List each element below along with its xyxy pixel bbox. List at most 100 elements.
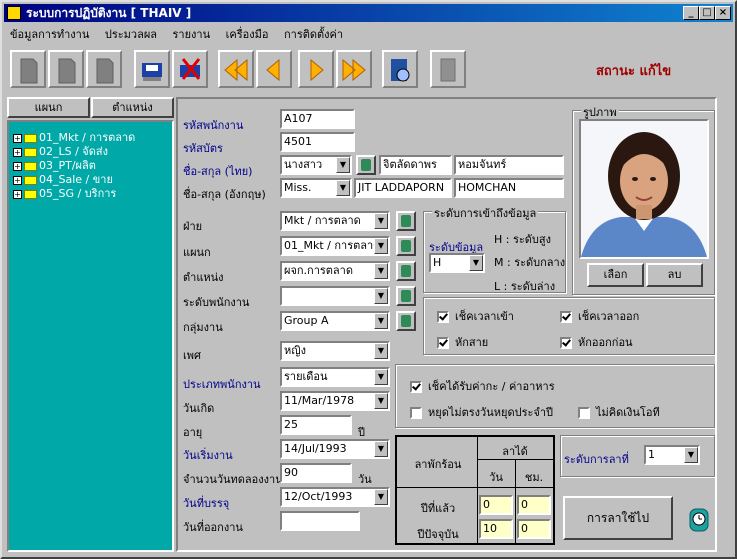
delete-photo-button[interactable]: ลบ [646, 263, 703, 287]
checkbox-box[interactable] [578, 407, 590, 419]
delete-icon [180, 58, 201, 80]
this-year-hour-field[interactable]: 0 [517, 519, 551, 539]
next-record-button[interactable] [298, 50, 334, 88]
exit-button[interactable] [430, 50, 466, 88]
menu-tools[interactable]: เครื่องมือ [220, 23, 275, 45]
menu-settings[interactable]: การติดตั้งค่า [278, 23, 349, 45]
age-field[interactable]: 25 [280, 415, 352, 435]
gender-select[interactable]: หญิง ▼ [280, 341, 390, 361]
level-select[interactable]: ▼ [280, 286, 390, 306]
tab-department[interactable]: แผนก [7, 97, 90, 118]
lookup-division-button[interactable] [396, 211, 416, 231]
double-arrow-right-icon [342, 58, 366, 82]
clock-icon[interactable] [685, 505, 713, 535]
check-in-checkbox[interactable]: เช็คเวลาเข้า [437, 307, 514, 325]
emp-type-select[interactable]: รายเดือน ▼ [280, 367, 390, 387]
division-label: ฝ่าย [183, 220, 203, 233]
chevron-down-icon[interactable]: ▼ [684, 447, 698, 463]
prev-record-button[interactable] [256, 50, 292, 88]
checkbox-box[interactable] [437, 337, 449, 349]
first-record-button[interactable] [218, 50, 254, 88]
age-label: อายุ [183, 426, 203, 439]
access-level-select[interactable]: H ▼ [429, 253, 485, 273]
search-button[interactable] [382, 50, 418, 88]
first-name-en-field[interactable]: JIT LADDAPORN [354, 178, 452, 198]
tree-item[interactable]: +01_Mkt / การตลาด [13, 128, 135, 144]
title-th-select[interactable]: นางสาว ▼ [280, 155, 352, 175]
lookup-department-button[interactable] [396, 236, 416, 256]
workgroup-select[interactable]: Group A ▼ [280, 311, 390, 331]
last-year-hour-field[interactable]: 0 [517, 495, 551, 515]
chevron-down-icon[interactable]: ▼ [374, 343, 388, 359]
minimize-icon[interactable]: _ [683, 6, 699, 20]
tree-item[interactable]: +02_LS / จัดส่ง [13, 142, 108, 158]
birthdate-picker[interactable]: 11/Mar/1978 ▼ [280, 391, 390, 411]
leave-used-button[interactable]: การลาใช้ไป [563, 496, 673, 540]
select-photo-button[interactable]: เลือก [587, 263, 644, 287]
vacation-leave-table: ลาพักร้อน ลาได้ วัน ชม. ปีที่แล้ว 0 0 ปี… [395, 435, 555, 545]
leave-date-field[interactable] [280, 511, 360, 531]
no-ot-checkbox[interactable]: ไม่คิดเงินโอที [578, 403, 660, 421]
chevron-down-icon[interactable]: ▼ [374, 393, 388, 409]
tree-item[interactable]: +03_PT/ผลิต [13, 156, 96, 172]
menu-data[interactable]: ข้อมูลการทำงาน [4, 23, 95, 45]
edit-record-button[interactable] [86, 50, 122, 88]
menu-report[interactable]: รายงาน [167, 23, 217, 45]
lookup-level-button[interactable] [396, 286, 416, 306]
lookup-workgroup-button[interactable] [396, 311, 416, 331]
division-select[interactable]: Mkt / การตลาด ▼ [280, 211, 390, 231]
check-out-checkbox[interactable]: เช็คเวลาออก [560, 307, 639, 325]
last-name-en-field[interactable]: HOMCHAN [454, 178, 564, 198]
last-year-day-field[interactable]: 0 [479, 495, 513, 515]
position-select[interactable]: ผจก.การตลาด ▼ [280, 261, 390, 281]
lookup-icon [401, 240, 411, 252]
tree-item[interactable]: +05_SG / บริการ [13, 184, 116, 200]
menu-process[interactable]: ประมวลผล [99, 23, 163, 45]
first-name-th-field[interactable]: จิตลัดดาพร [379, 155, 452, 175]
emp-id-field[interactable]: A107 [280, 109, 355, 129]
lookup-title-th-button[interactable] [356, 155, 376, 175]
new-record-button[interactable] [10, 50, 46, 88]
last-record-button[interactable] [336, 50, 372, 88]
checkbox-box[interactable] [410, 407, 422, 419]
shift-allowance-checkbox[interactable]: เช็คได้รับค่ากะ / ค่าอาหาร [410, 377, 555, 395]
department-select[interactable]: 01_Mkt / การตลาด ▼ [280, 236, 390, 256]
leave-level-select[interactable]: 1 ▼ [644, 445, 700, 465]
checkbox-box[interactable] [560, 311, 572, 323]
chevron-down-icon[interactable]: ▼ [374, 263, 388, 279]
save-button[interactable] [134, 50, 170, 88]
deduct-early-checkbox[interactable]: หักออกก่อน [560, 333, 633, 351]
start-date-picker[interactable]: 14/Jul/1993 ▼ [280, 439, 390, 459]
expand-icon[interactable]: + [13, 189, 22, 199]
exit-door-icon [440, 58, 456, 82]
chevron-down-icon[interactable]: ▼ [336, 180, 350, 196]
holiday-mismatch-checkbox[interactable]: หยุดไม่ตรงวันหยุดประจำปี [410, 403, 553, 421]
chevron-down-icon[interactable]: ▼ [374, 213, 388, 229]
copy-record-button[interactable] [48, 50, 84, 88]
lookup-position-button[interactable] [396, 261, 416, 281]
this-year-day-field[interactable]: 10 [479, 519, 513, 539]
chevron-down-icon[interactable]: ▼ [374, 288, 388, 304]
chevron-down-icon[interactable]: ▼ [374, 369, 388, 385]
checkbox-box[interactable] [437, 311, 449, 323]
deduct-late-checkbox[interactable]: หักสาย [437, 333, 488, 351]
probation-field[interactable]: 90 [280, 463, 352, 483]
delete-button[interactable] [172, 50, 208, 88]
chevron-down-icon[interactable]: ▼ [374, 238, 388, 254]
confirm-date-picker[interactable]: 12/Oct/1993 ▼ [280, 487, 390, 507]
tab-position[interactable]: ตำแหน่ง [91, 97, 174, 118]
chevron-down-icon[interactable]: ▼ [374, 313, 388, 329]
chevron-down-icon[interactable]: ▼ [374, 441, 388, 457]
close-icon[interactable]: × [715, 6, 731, 20]
tree-item[interactable]: +04_Sale / ขาย [13, 170, 113, 186]
birthdate-label: วันเกิด [183, 402, 215, 415]
chevron-down-icon[interactable]: ▼ [469, 255, 483, 271]
chevron-down-icon[interactable]: ▼ [374, 489, 388, 505]
maximize-icon[interactable]: □ [699, 6, 715, 20]
title-en-select[interactable]: Miss. ▼ [280, 178, 352, 198]
checkbox-box[interactable] [560, 337, 572, 349]
card-id-field[interactable]: 4501 [280, 132, 355, 152]
checkbox-box[interactable] [410, 381, 422, 393]
last-name-th-field[interactable]: หอมจันทร์ [454, 155, 564, 175]
chevron-down-icon[interactable]: ▼ [336, 157, 350, 173]
